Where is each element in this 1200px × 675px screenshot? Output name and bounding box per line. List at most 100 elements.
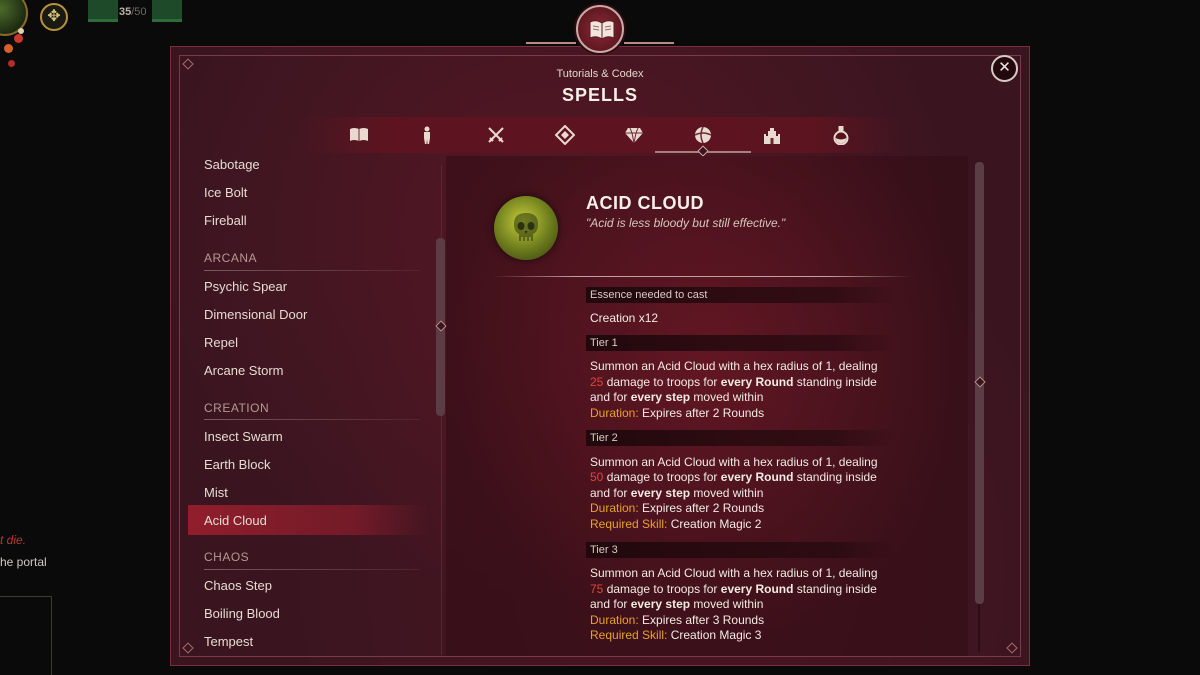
section-bar [586, 430, 896, 446]
duration-label: Duration: [590, 501, 639, 515]
text-span: damage to troops for [603, 375, 721, 389]
spell-item-earth-block[interactable]: Earth Block [204, 457, 270, 472]
orange-gem-icon [4, 44, 13, 53]
spell-item-repel[interactable]: Repel [204, 335, 238, 350]
tab-combat[interactable] [482, 121, 510, 149]
tier-1-label: Tier 1 [590, 337, 618, 349]
background-panel [0, 596, 52, 675]
section-bar [586, 542, 896, 558]
tier-2-required-skill: Required Skill: Creation Magic 2 [590, 517, 761, 531]
duration-label: Duration: [590, 613, 639, 627]
tier-3-damage: 75 [590, 582, 604, 596]
log-line: he portal [0, 555, 47, 569]
tier-3-line: and for every step moved within [590, 597, 763, 611]
tier-3-line: 75 damage to troops for every Round stan… [590, 582, 877, 596]
keyword-span: every Round [720, 582, 794, 596]
text-span: and for [590, 390, 631, 404]
tier-2-line: Summon an Acid Cloud with a hex radius o… [590, 455, 878, 469]
codex-book-icon [576, 5, 624, 53]
troop-count-value: 35 [119, 6, 132, 18]
spell-item-sabotage[interactable]: Sabotage [204, 157, 260, 172]
spell-item-arcane-storm[interactable]: Arcane Storm [204, 363, 283, 378]
required-skill-label: Required Skill: [590, 517, 668, 531]
tier-3-duration: Duration: Expires after 3 Rounds [590, 613, 764, 627]
keyword-span: every Round [720, 375, 794, 389]
duration-label: Duration: [590, 406, 639, 420]
spell-flavor-quote: "Acid is less bloody but still effective… [586, 216, 786, 230]
tab-book[interactable] [345, 121, 373, 149]
text-span: and for [590, 597, 631, 611]
white-gem-icon [18, 28, 24, 34]
red-gem-icon [8, 60, 15, 67]
category-header-creation: CREATION [204, 401, 270, 415]
text-span: damage to troops for [603, 470, 721, 484]
book-icon [350, 128, 368, 141]
soldier-icon [424, 126, 430, 144]
tier-1-duration: Duration: Expires after 2 Rounds [590, 406, 764, 420]
spell-item-psychic-spear[interactable]: Psychic Spear [204, 279, 287, 294]
essence-label: Essence needed to cast [590, 289, 708, 301]
tier-2-damage: 50 [590, 470, 604, 484]
keyword-span: every step [630, 597, 691, 611]
tab-gems[interactable] [620, 121, 648, 149]
text-span: moved within [690, 597, 764, 611]
tab-unit[interactable] [413, 121, 441, 149]
troop-count: 35/50 [119, 6, 147, 18]
spell-name: ACID CLOUD [586, 193, 704, 213]
frame-ornament [1006, 642, 1018, 654]
tier-1-line: and for every step moved within [590, 390, 763, 404]
badge-ornament [526, 42, 576, 44]
troop-count-max: /50 [131, 6, 147, 18]
tier-2-line: and for every step moved within [590, 486, 763, 500]
spell-item-tempest[interactable]: Tempest [204, 634, 253, 649]
tab-diamond[interactable] [551, 121, 579, 149]
section-bar [586, 335, 896, 351]
required-skill-label: Required Skill: [590, 628, 668, 642]
badge-ornament [624, 42, 674, 44]
castle-icon [764, 128, 780, 144]
spell-item-mist[interactable]: Mist [204, 485, 228, 500]
tier-3-required-skill: Required Skill: Creation Magic 3 [590, 628, 761, 642]
tab-castle[interactable] [758, 121, 786, 149]
duration-value: Expires after 3 Rounds [638, 613, 765, 627]
spell-item-chaos-step[interactable]: Chaos Step [204, 578, 272, 593]
army-banner [152, 0, 182, 22]
potion-icon [833, 126, 849, 145]
keyword-span: every step [630, 390, 691, 404]
category-tabbar [300, 117, 900, 153]
modal-subtitle: Tutorials & Codex [556, 68, 644, 80]
duration-value: Expires after 2 Rounds [638, 501, 765, 515]
spell-item-fireball[interactable]: Fireball [204, 213, 247, 228]
spell-item-insect-swarm[interactable]: Insect Swarm [204, 429, 283, 444]
category-divider [204, 270, 420, 271]
acid-cloud-skull-icon [494, 196, 558, 260]
crossed-swords-icon [488, 127, 504, 143]
gem-icon [625, 127, 643, 144]
text-span: moved within [690, 390, 764, 404]
keyword-span: every Round [720, 470, 794, 484]
spell-item-acid-cloud[interactable]: Acid Cloud [204, 513, 267, 528]
magic-orb-icon [694, 126, 712, 144]
page-title: SPELLS [561, 85, 638, 105]
text-span: standing inside [793, 470, 877, 484]
spell-item-dimensional-door[interactable]: Dimensional Door [204, 307, 307, 322]
text-span: standing inside [793, 375, 877, 389]
keyword-span: every step [630, 486, 691, 500]
spell-item-ice-bolt[interactable]: Ice Bolt [204, 185, 247, 200]
spell-item-boiling-blood[interactable]: Boiling Blood [204, 606, 280, 621]
tier-2-label: Tier 2 [590, 432, 618, 444]
tier-3-line: Summon an Acid Cloud with a hex radius o… [590, 566, 878, 580]
category-header-chaos: CHAOS [204, 550, 250, 564]
tier-3-label: Tier 3 [590, 544, 618, 556]
tier-1-line: 25 damage to troops for every Round stan… [590, 375, 877, 389]
close-button[interactable]: ✕ [991, 55, 1018, 82]
tier-1-line: Summon an Acid Cloud with a hex radius o… [590, 359, 878, 373]
tab-potion[interactable] [827, 121, 855, 149]
essence-value: Creation x12 [590, 311, 659, 325]
tier-2-line: 50 damage to troops for every Round stan… [590, 470, 877, 484]
category-header-arcana: ARCANA [204, 251, 258, 265]
tier-1-damage: 25 [590, 375, 604, 389]
tier-2-duration: Duration: Expires after 2 Rounds [590, 501, 764, 515]
category-divider [204, 419, 420, 420]
move-crosshair-icon[interactable]: ✥ [40, 3, 68, 31]
